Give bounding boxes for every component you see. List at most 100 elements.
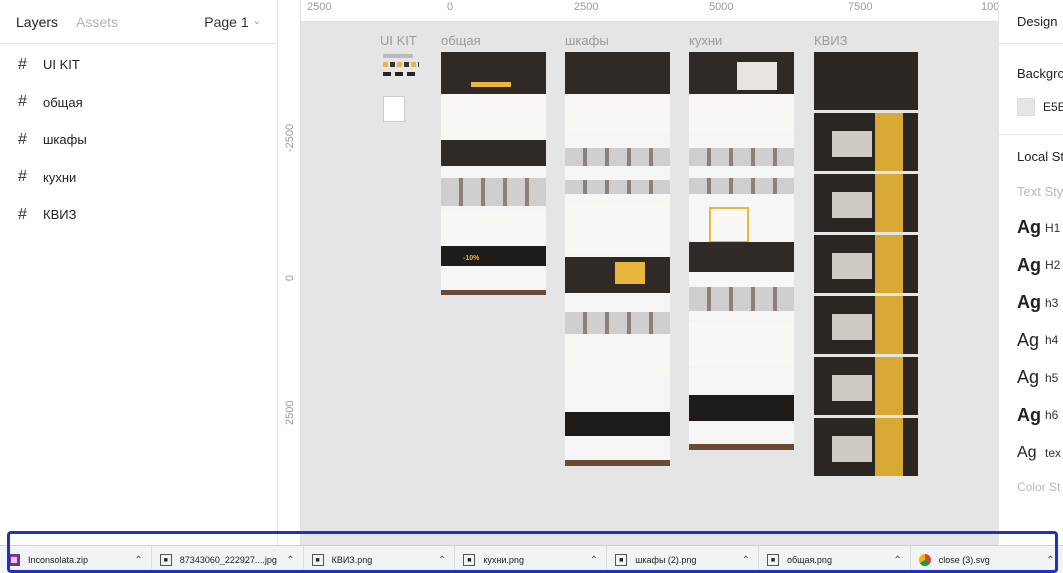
- download-item[interactable]: ■ общая.png ⌃: [759, 546, 911, 573]
- layer-item[interactable]: # UI KIT: [0, 46, 277, 84]
- frame-icon: #: [18, 168, 27, 186]
- style-sample: Ag: [1017, 217, 1041, 238]
- frame-label-ui-kit[interactable]: UI KIT: [380, 33, 417, 48]
- frame-shkafy[interactable]: [565, 52, 670, 466]
- download-name: Inconsolata.zip: [28, 555, 89, 565]
- layer-item[interactable]: # шкафы: [0, 121, 277, 159]
- download-item[interactable]: ■ кухни.png ⌃: [455, 546, 608, 573]
- quiz-step: [814, 418, 918, 476]
- frame-label-shkafy[interactable]: шкафы: [565, 33, 609, 48]
- text-style-item[interactable]: Ag h3: [999, 284, 1063, 322]
- tab-assets[interactable]: Assets: [76, 14, 118, 30]
- chevron-up-icon[interactable]: ⌃: [1046, 555, 1054, 566]
- chevron-up-icon[interactable]: ⌃: [438, 555, 446, 566]
- background-swatch[interactable]: [1017, 98, 1035, 116]
- text-style-item[interactable]: Ag H1: [999, 209, 1063, 247]
- footer: [441, 290, 546, 295]
- style-name: tex: [1045, 445, 1062, 460]
- steps-section: [689, 322, 794, 366]
- benefits-section: [565, 96, 670, 132]
- layers-panel: Layers Assets Page 1 ⌄ # UI KIT # общая # ш…: [0, 0, 278, 545]
- ruler-tick: 7500: [848, 1, 873, 13]
- download-item[interactable]: ■ шкафы (2).png ⌃: [607, 546, 759, 573]
- discount-section: [565, 412, 670, 436]
- hero-image: [737, 62, 777, 90]
- zip-icon: ▦: [8, 554, 20, 566]
- download-bar: ▦ Inconsolata.zip ⌃ ■ 87343060_222927....jp…: [0, 545, 1063, 573]
- frame-kuhni[interactable]: [689, 52, 794, 450]
- discount-badge: -10%: [463, 255, 480, 262]
- image-icon: ■: [615, 554, 628, 566]
- chevron-up-icon[interactable]: ⌃: [286, 555, 294, 566]
- frame-label-obshaya[interactable]: общая: [441, 33, 481, 48]
- text-style-item[interactable]: Ag h6: [999, 397, 1063, 435]
- hero-section: [565, 52, 670, 94]
- quiz-step: [814, 235, 918, 293]
- benefits-section: [441, 94, 546, 140]
- ruler-tick: 100: [981, 1, 998, 13]
- hero-section: [441, 52, 546, 94]
- ruler-tick: -2500: [284, 123, 296, 152]
- tab-layers[interactable]: Layers: [16, 14, 58, 30]
- gallery-section: [565, 180, 670, 194]
- download-item[interactable]: close (3).svg ⌃: [911, 546, 1063, 573]
- chevron-up-icon[interactable]: ⌃: [742, 555, 750, 566]
- layer-label: общая: [43, 94, 83, 110]
- frame-icon: #: [18, 93, 27, 111]
- background-value[interactable]: E5E: [1043, 100, 1063, 114]
- left-panel-tabs: Layers Assets Page 1 ⌄: [0, 0, 277, 44]
- text-style-item[interactable]: Ag H2: [999, 247, 1063, 285]
- page-selector-label: Page 1: [204, 13, 249, 30]
- style-sample: Ag: [1017, 443, 1037, 461]
- ui-kit-swatches: [383, 54, 413, 58]
- style-sample: Ag: [1017, 292, 1041, 313]
- download-name: 87343060_222927....jpg: [179, 555, 277, 565]
- figma-app: Layers Assets Page 1 ⌄ # UI KIT # общая # ш…: [0, 0, 1063, 573]
- layer-item[interactable]: # КВИЗ: [0, 196, 277, 234]
- steps-section: [565, 337, 670, 377]
- frame-obshaya[interactable]: -10%: [441, 52, 546, 295]
- footer: [565, 460, 670, 466]
- form-section: [709, 207, 749, 243]
- download-name: КВИЗ.png: [331, 555, 373, 565]
- local-styles-label: Local St: [1017, 149, 1063, 164]
- frame-icon: #: [18, 55, 27, 73]
- tab-design[interactable]: Design: [999, 0, 1063, 44]
- hero-cta: [471, 82, 511, 87]
- steps-section: [441, 212, 546, 246]
- promo-section: [441, 140, 546, 166]
- download-item[interactable]: ■ 87343060_222927....jpg ⌃: [152, 546, 304, 573]
- layer-item[interactable]: # кухни: [0, 159, 277, 197]
- style-sample: Ag: [1017, 329, 1040, 350]
- ui-kit-colors: [383, 62, 419, 67]
- layers-list: # UI KIT # общая # шкафы # кухни # КВИЗ: [0, 44, 277, 234]
- color-styles-label: Color St: [1017, 479, 1061, 494]
- layer-item[interactable]: # общая: [0, 84, 277, 122]
- background-row[interactable]: E5E: [999, 98, 1063, 116]
- chevron-up-icon[interactable]: ⌃: [590, 555, 598, 566]
- download-item[interactable]: ▦ Inconsolata.zip ⌃: [0, 546, 152, 573]
- style-sample: Ag: [1017, 254, 1041, 275]
- ruler-tick: 2500: [574, 1, 599, 13]
- gallery-section: [565, 312, 670, 334]
- canvas[interactable]: 2500 0 2500 5000 7500 100 -2500 0 2500 U…: [279, 0, 998, 545]
- text-style-item[interactable]: Ag h4: [999, 322, 1063, 360]
- download-name: общая.png: [786, 555, 832, 565]
- frame-label-kuhni[interactable]: кухни: [689, 33, 722, 48]
- text-style-item[interactable]: Ag h5: [999, 359, 1063, 397]
- style-name: h6: [1045, 408, 1059, 423]
- gallery-section: [689, 148, 794, 166]
- download-item[interactable]: ■ КВИЗ.png ⌃: [304, 546, 456, 573]
- text-style-item[interactable]: Ag tex: [999, 434, 1063, 472]
- frame-ui-kit[interactable]: [383, 52, 423, 124]
- quiz-step: [814, 296, 918, 354]
- background-label: Backgro: [1017, 66, 1063, 81]
- page-selector[interactable]: Page 1 ⌄: [204, 14, 261, 30]
- download-name: шкафы (2).png: [635, 555, 697, 565]
- frame-label-kviz[interactable]: КВИЗ: [814, 33, 847, 48]
- chevron-up-icon[interactable]: ⌃: [134, 555, 142, 566]
- chrome-icon: [918, 554, 931, 566]
- layer-label: КВИЗ: [43, 207, 77, 223]
- frame-kviz[interactable]: [814, 52, 918, 476]
- chevron-up-icon[interactable]: ⌃: [893, 555, 901, 566]
